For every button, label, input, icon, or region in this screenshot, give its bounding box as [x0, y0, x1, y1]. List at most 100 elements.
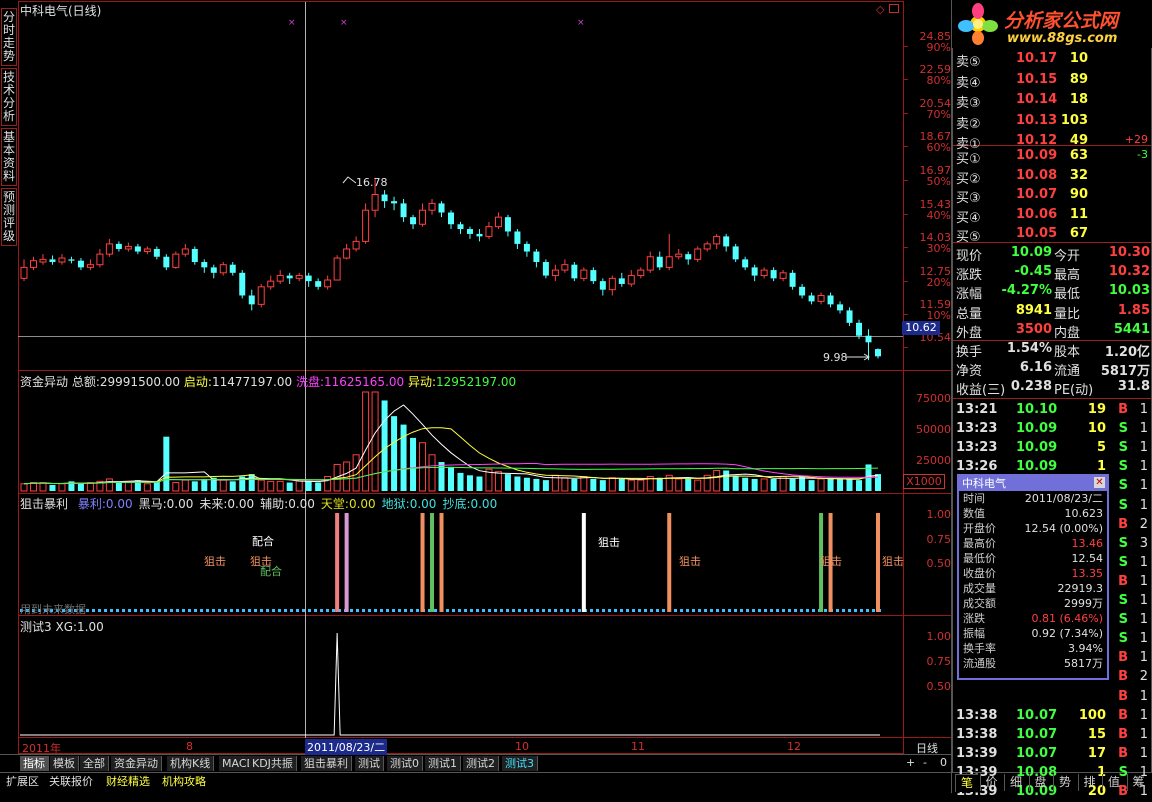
reset-zoom-icon[interactable]: 0: [940, 756, 947, 769]
bottom-tab-secondary[interactable]: 关联报价: [46, 774, 96, 790]
bottom-tab-secondary[interactable]: 扩展区: [3, 774, 42, 790]
tick-time: 13:38: [956, 707, 998, 723]
logo-url[interactable]: www.88gs.com: [1007, 31, 1117, 46]
order-row-asks: 卖④ 10.15 89: [956, 71, 1152, 91]
volume-bar-down: [229, 481, 236, 491]
tick-price: 10.10: [1016, 402, 1058, 417]
bottom-tab[interactable]: 测试0: [387, 756, 423, 771]
right-tab[interactable]: 排: [1077, 774, 1101, 791]
logo-title: 分析家公式网: [1004, 10, 1119, 32]
candle-body-up: [96, 253, 104, 266]
right-tab[interactable]: 价: [979, 774, 1003, 791]
candle-body-down: [732, 246, 739, 260]
candle-body-down: [210, 267, 217, 273]
date-axis-year: 2011年: [22, 742, 61, 755]
bottom-tab-secondary[interactable]: 财经精选: [103, 774, 153, 790]
baseline-dot: [278, 609, 281, 612]
candle-body-down: [201, 262, 208, 268]
baseline-dot: [686, 609, 689, 612]
candle-body-up: [580, 269, 588, 279]
candle-body-up: [779, 272, 787, 279]
candle-body-down: [514, 231, 521, 244]
candle-body-up: [817, 294, 825, 302]
signal-tag: 狙击: [204, 555, 226, 568]
right-tab[interactable]: 笔: [955, 774, 978, 792]
candle-body-down: [476, 233, 483, 237]
popup-value: 12.54 (0.00%): [1024, 522, 1103, 535]
baseline-dot: [572, 609, 575, 612]
volume-bar-up: [817, 478, 825, 492]
order-row-bids: 买② 10.08 32: [956, 167, 1152, 187]
bottom-tab[interactable]: 机构K线: [167, 756, 215, 771]
right-tab[interactable]: 势: [1053, 774, 1076, 791]
maximize-icon[interactable]: [889, 4, 899, 13]
baseline-dot: [632, 609, 635, 612]
diamond-icon[interactable]: ◇: [876, 3, 884, 16]
popup-value: 22919.3: [1057, 582, 1104, 595]
bottom-tab[interactable]: 指标: [20, 756, 49, 771]
candle-body-up: [428, 202, 436, 211]
baseline-dot: [86, 609, 89, 612]
tick-count: 1: [1139, 593, 1148, 608]
tab-fundamentals[interactable]: 基本资料: [1, 128, 17, 186]
volume-bar-down: [685, 478, 692, 491]
popup-close-icon[interactable]: ✕: [1094, 477, 1105, 488]
xg-label: XG:: [55, 620, 78, 634]
bottom-tab[interactable]: 资金异动: [111, 756, 162, 771]
bottom-tab[interactable]: 测试2: [463, 756, 499, 771]
quote-value-1: 1.54%: [1006, 341, 1052, 356]
snipe-item-label: 抄底:: [442, 497, 471, 511]
tick-count: 1: [1139, 688, 1148, 704]
order-price: 10.17: [1016, 51, 1058, 66]
quote-value-2: 1.85: [1117, 302, 1150, 318]
baseline-dot: [560, 609, 563, 612]
volume-bar-down: [799, 476, 806, 491]
baseline-dot: [722, 609, 725, 612]
baseline-dot: [254, 609, 257, 612]
volume-bar-down: [315, 482, 322, 491]
snipe-item-label: 辅助:: [260, 497, 289, 511]
right-tab[interactable]: 筹: [1126, 774, 1150, 791]
bottom-tab[interactable]: 测试3: [502, 756, 538, 771]
bottom-tab[interactable]: 测试1: [425, 756, 461, 771]
tab-intraday[interactable]: 分时走势: [1, 8, 17, 66]
tick-count: 1: [1139, 650, 1148, 666]
baseline-dot: [272, 609, 275, 612]
right-tab[interactable]: 值: [1102, 774, 1125, 791]
candle-info-popup[interactable]: 中科电气 ✕ 时间 2011/08/23/二 数值 10.623 开盘价 12.54 (0.…: [957, 474, 1109, 680]
bottom-tab[interactable]: 全部: [80, 756, 109, 771]
bottom-tab-secondary[interactable]: 机构攻略: [159, 774, 209, 790]
baseline-dot: [704, 609, 707, 612]
volume-bar-up: [428, 454, 436, 492]
candle-body-down: [68, 259, 75, 261]
bottom-tab[interactable]: 狙击暴利: [301, 756, 352, 771]
signal-bar: [335, 513, 340, 612]
bottom-tab[interactable]: 模板: [50, 756, 79, 771]
right-tab[interactable]: 细: [1004, 774, 1027, 791]
bottom-tab[interactable]: 测试: [355, 756, 384, 771]
popup-value: 13.35: [1071, 567, 1104, 580]
tick-side: B: [1118, 707, 1128, 723]
volume-bar-down: [789, 478, 796, 491]
tick-volume: 1: [1096, 459, 1106, 475]
zoom-out-icon[interactable]: -: [923, 756, 927, 769]
volume-bar-down: [599, 480, 606, 491]
period-label[interactable]: 日线: [916, 740, 938, 756]
volume-bar-down: [571, 478, 578, 491]
low-price-label: 9.98: [823, 351, 848, 364]
baseline-dot: [368, 609, 371, 612]
tab-technical[interactable]: 技术分析: [1, 68, 17, 126]
order-price: 10.12: [1016, 133, 1058, 148]
tab-forecast[interactable]: 预测评级: [1, 188, 17, 246]
order-label: 卖③: [956, 96, 981, 111]
xg-signal-line: [20, 632, 880, 736]
bottom-tab[interactable]: KDJ共振: [249, 756, 297, 771]
right-tab[interactable]: 盘: [1028, 774, 1052, 791]
candle-body-up: [267, 280, 275, 288]
baseline-dot: [110, 609, 113, 612]
zoom-in-icon[interactable]: +: [906, 756, 915, 769]
candle-body-down: [799, 286, 806, 296]
candle-body-down: [49, 259, 56, 263]
candle-body-up: [343, 248, 351, 259]
popup-label: 最低价: [963, 552, 996, 565]
